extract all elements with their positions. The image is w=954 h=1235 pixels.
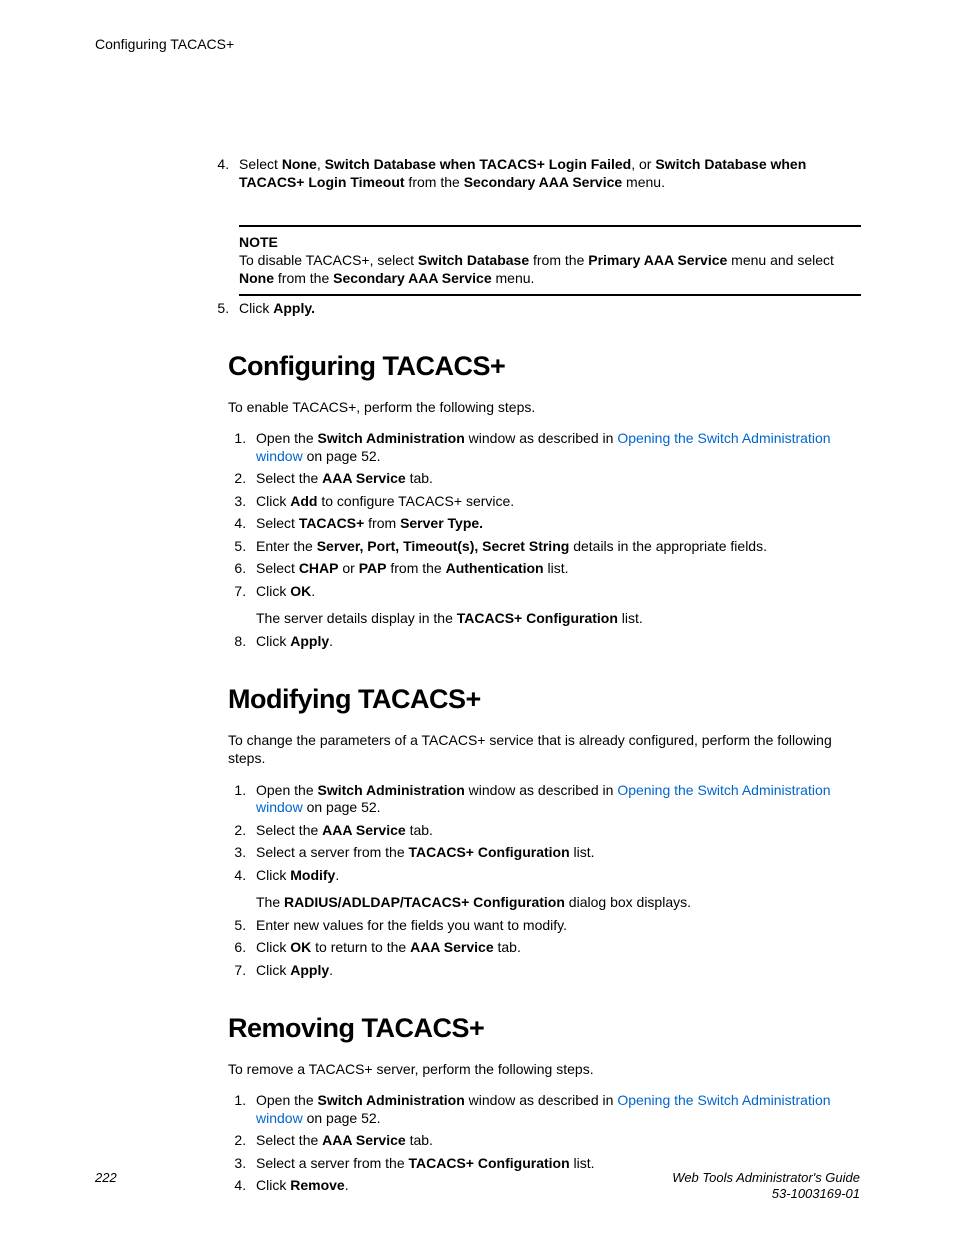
bold-text: TACACS+ Configuration	[409, 1155, 570, 1171]
step-item: Click OK.The server details display in t…	[250, 583, 868, 628]
bold-text: AAA Service	[322, 1132, 406, 1148]
bold-text: Server Type.	[400, 515, 483, 531]
bold-text: Add	[290, 493, 317, 509]
bold-text: TACACS+	[299, 515, 364, 531]
step-item: Select the AAA Service tab.	[250, 1132, 868, 1150]
section-intro: To change the parameters of a TACACS+ se…	[228, 731, 868, 767]
bold-text: OK	[290, 583, 311, 599]
bold-text: OK	[290, 939, 311, 955]
after-note-steps-list: Click Apply.	[211, 300, 861, 318]
step-item: Enter the Server, Port, Timeout(s), Secr…	[250, 538, 868, 556]
bold-text: Server, Port, Timeout(s), Secret String	[317, 538, 570, 554]
doc-id: 53-1003169-01	[772, 1186, 860, 1201]
bold-text: None	[239, 270, 274, 286]
bold-text: TACACS+ Configuration	[457, 610, 618, 626]
step-item: Open the Switch Administration window as…	[250, 782, 868, 817]
bold-text: RADIUS/ADLDAP/TACACS+ Configuration	[284, 894, 565, 910]
step-item: Select TACACS+ from Server Type.	[250, 515, 868, 533]
step-item: Open the Switch Administration window as…	[250, 1092, 868, 1127]
bold-text: Switch Administration	[318, 782, 465, 798]
step-item: Click Apply.	[250, 633, 868, 651]
note-label: NOTE	[239, 234, 278, 250]
step-item: Click Apply.	[233, 300, 861, 318]
bold-text: Apply.	[273, 300, 315, 316]
bold-text: Primary AAA Service	[588, 252, 727, 268]
section-steps-list: Open the Switch Administration window as…	[228, 782, 868, 980]
section-intro: To remove a TACACS+ server, perform the …	[228, 1060, 868, 1078]
sections-container: Configuring TACACS+ To enable TACACS+, pe…	[228, 351, 868, 1195]
doc-title: Web Tools Administrator's Guide	[672, 1170, 860, 1185]
step-item: Select the AAA Service tab.	[250, 822, 868, 840]
step-item: Select None, Switch Database when TACACS…	[233, 156, 861, 191]
section-steps-list: Open the Switch Administration window as…	[228, 430, 868, 650]
page-number: 222	[95, 1170, 117, 1185]
top-steps-list: Select None, Switch Database when TACACS…	[211, 156, 861, 191]
bold-text: AAA Service	[410, 939, 494, 955]
step-item: Click Modify.The RADIUS/ADLDAP/TACACS+ C…	[250, 867, 868, 912]
bold-text: PAP	[359, 560, 387, 576]
bold-text: Apply	[290, 633, 329, 649]
page-footer: 222 Web Tools Administrator's Guide 53-1…	[95, 1170, 860, 1203]
running-header: Configuring TACACS+	[95, 36, 860, 52]
step-item: Open the Switch Administration window as…	[250, 430, 868, 465]
step-result: The RADIUS/ADLDAP/TACACS+ Configuration …	[256, 894, 868, 912]
section-intro: To enable TACACS+, perform the following…	[228, 398, 868, 416]
bold-text: Apply	[290, 962, 329, 978]
note-box: NOTE To disable TACACS+, select Switch D…	[239, 225, 861, 296]
section-heading: Modifying TACACS+	[228, 684, 868, 715]
bold-text: None	[282, 156, 317, 172]
bold-text: Secondary AAA Service	[333, 270, 491, 286]
step-item: Select the AAA Service tab.	[250, 470, 868, 488]
bold-text: Switch Administration	[318, 1092, 465, 1108]
bold-text: Switch Database	[418, 252, 529, 268]
bold-text: CHAP	[299, 560, 339, 576]
step-item: Select a server from the TACACS+ Configu…	[250, 844, 868, 862]
step-item: Click OK to return to the AAA Service ta…	[250, 939, 868, 957]
step-result: The server details display in the TACACS…	[256, 610, 868, 628]
step-item: Select CHAP or PAP from the Authenticati…	[250, 560, 868, 578]
step-item: Enter new values for the fields you want…	[250, 917, 868, 935]
section-heading: Removing TACACS+	[228, 1013, 868, 1044]
bold-text: AAA Service	[322, 470, 406, 486]
step-item: Click Apply.	[250, 962, 868, 980]
bold-text: Switch Database when TACACS+ Login Faile…	[325, 156, 632, 172]
bold-text: AAA Service	[322, 822, 406, 838]
step-item: Click Add to configure TACACS+ service.	[250, 493, 868, 511]
bold-text: TACACS+ Configuration	[409, 844, 570, 860]
bold-text: Switch Administration	[318, 430, 465, 446]
bold-text: Authentication	[446, 560, 544, 576]
bold-text: Secondary AAA Service	[464, 174, 622, 190]
bold-text: Modify	[290, 867, 335, 883]
note-body: To disable TACACS+, select Switch Databa…	[239, 252, 834, 286]
section-heading: Configuring TACACS+	[228, 351, 868, 382]
